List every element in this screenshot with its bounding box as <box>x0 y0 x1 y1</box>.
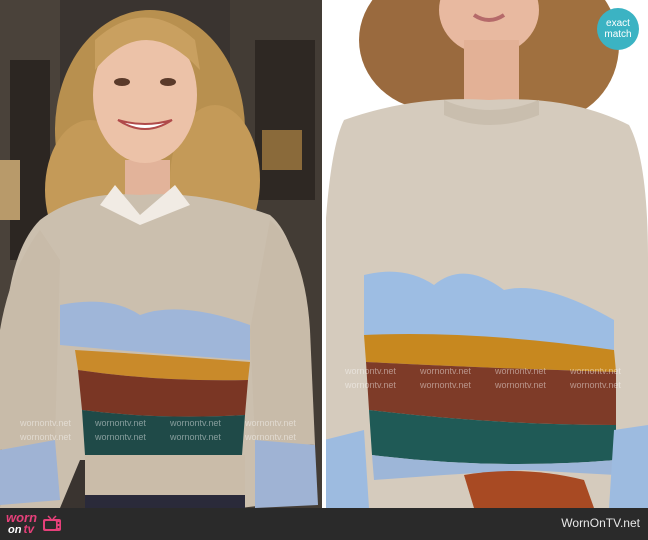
exact-match-badge: exact match <box>597 8 639 50</box>
left-photo-actress <box>0 0 324 508</box>
match-badge-line2: match <box>604 29 632 40</box>
site-name: WornOnTV.net <box>561 516 640 530</box>
right-photo-product <box>324 0 648 508</box>
sweater-product-illustration <box>324 0 648 508</box>
brand-tv: tv <box>23 522 35 536</box>
tv-icon <box>43 515 62 531</box>
brand-on: on <box>8 524 22 536</box>
match-badge-line1: exact <box>606 18 630 29</box>
footer-bar: worn on tv WornOnTV.net <box>0 508 648 540</box>
brand-wordmark: worn on tv <box>6 511 37 536</box>
brand-logo[interactable]: worn on tv <box>6 511 63 537</box>
photo-divider <box>322 0 326 508</box>
actress-illustration <box>0 0 324 508</box>
brand-on-tv: on tv <box>6 523 37 536</box>
